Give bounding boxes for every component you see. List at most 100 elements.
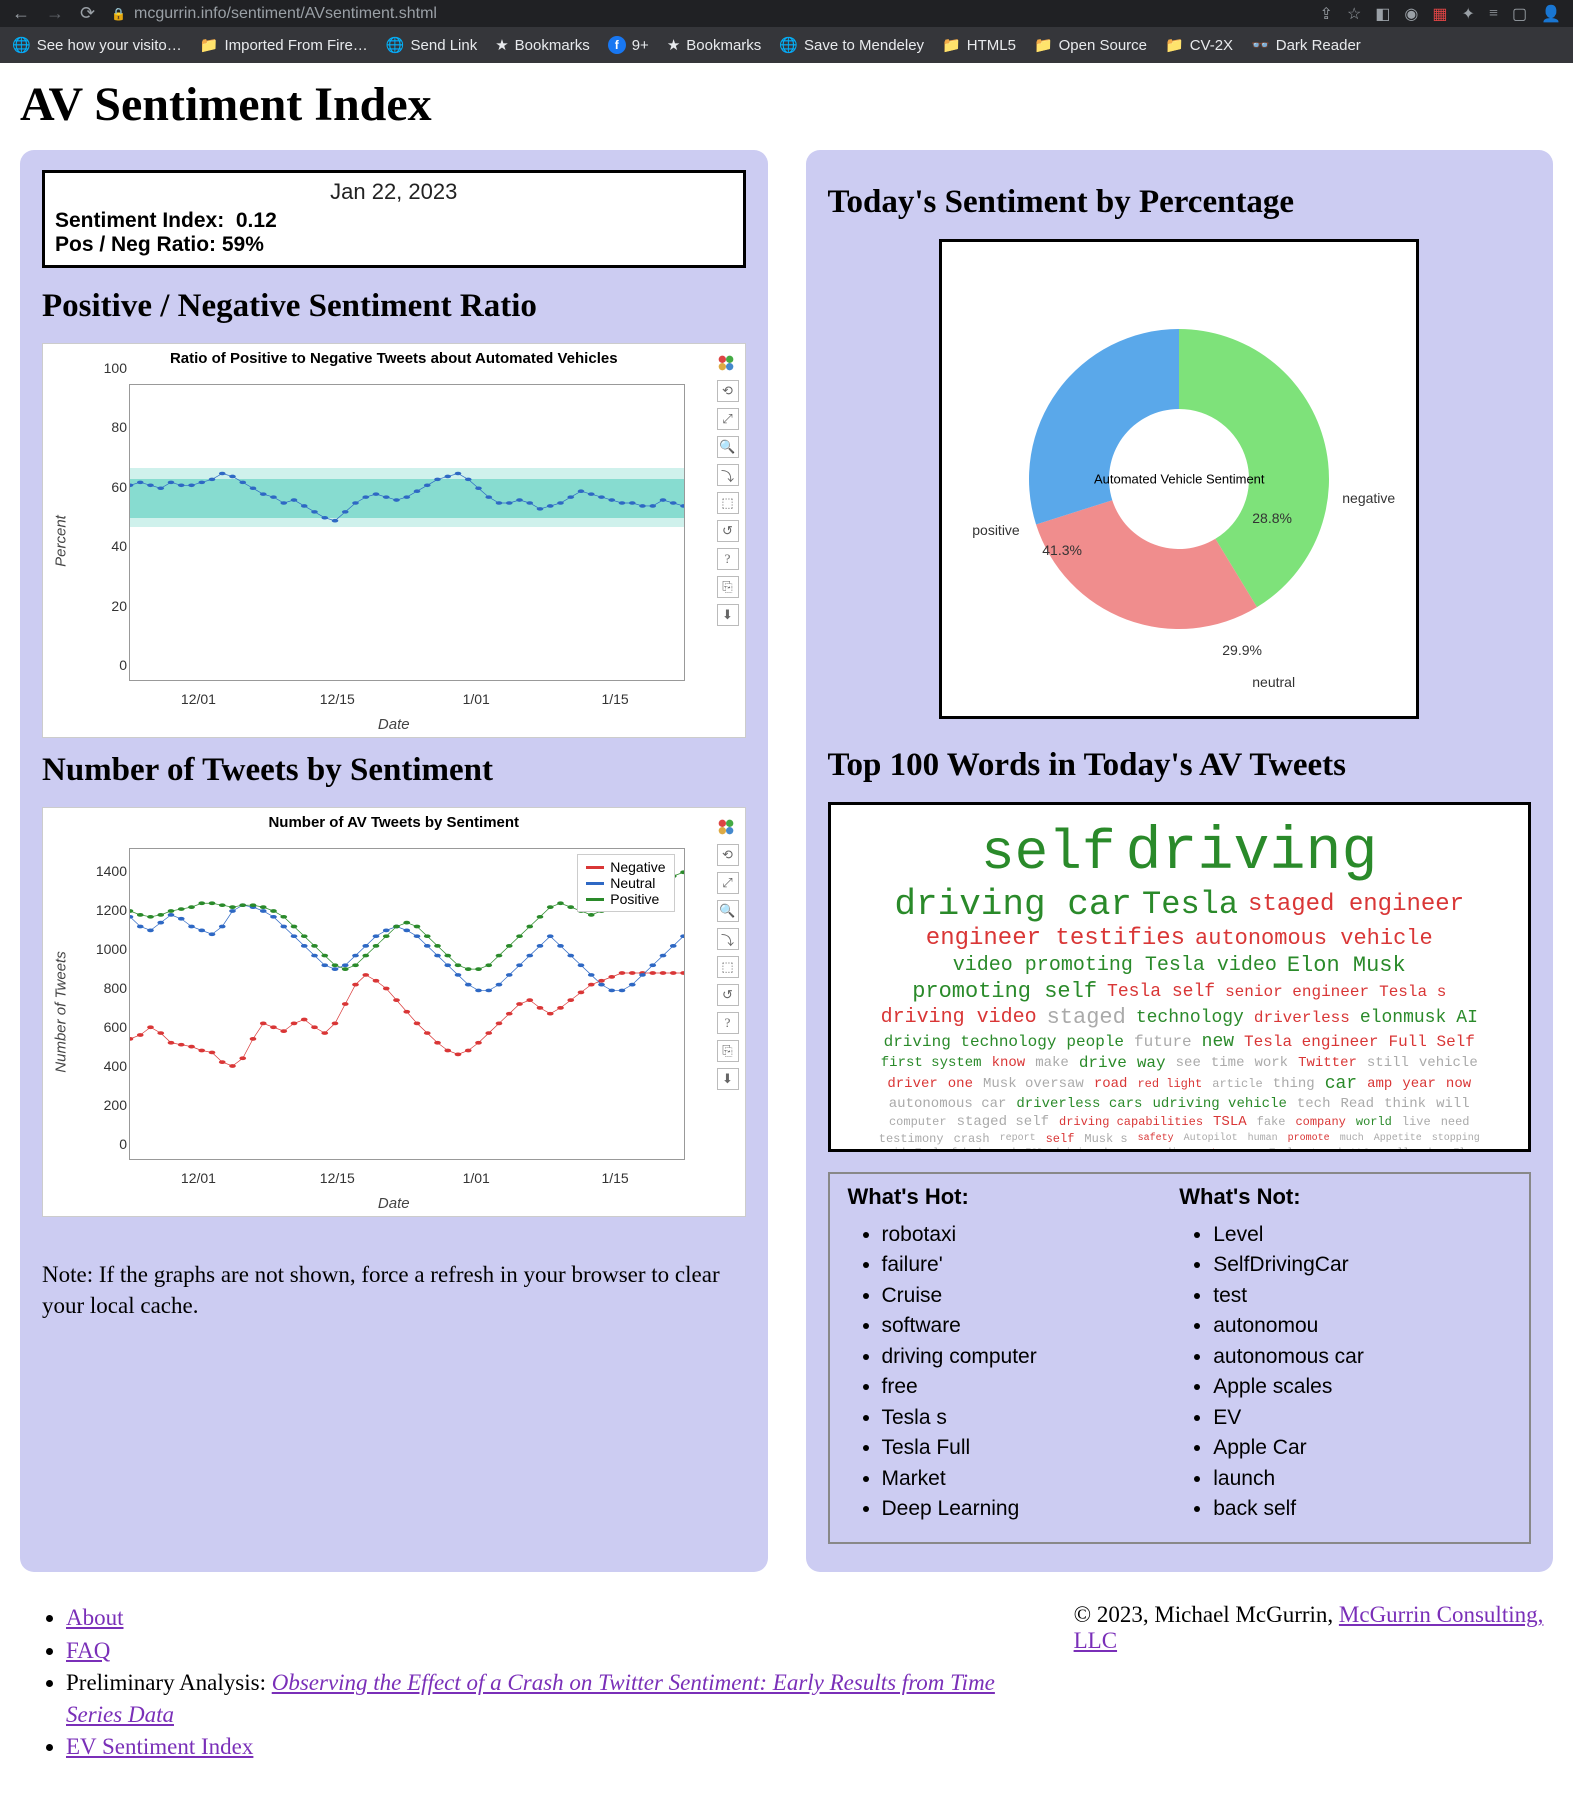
hot-item: failure' bbox=[882, 1250, 1180, 1280]
bookmark-item[interactable]: 🌐Send Link bbox=[386, 36, 477, 54]
chart-tool-button[interactable]: ? bbox=[717, 548, 739, 570]
wordcloud-word: Tesla engineer bbox=[1244, 1034, 1378, 1050]
chart-tool-button[interactable]: ⎘ bbox=[717, 1040, 739, 1062]
x-tick: 12/01 bbox=[181, 1170, 216, 1186]
sentiment-index-line: Sentiment Index: 0.12 bbox=[55, 209, 733, 233]
wordcloud-word: driving car bbox=[894, 887, 1132, 923]
facebook-icon: f bbox=[608, 36, 626, 54]
page-title: AV Sentiment Index bbox=[20, 77, 1553, 132]
profile-avatar[interactable]: 👤 bbox=[1541, 4, 1561, 24]
chart-tool-button[interactable]: ⬇ bbox=[717, 604, 739, 626]
not-item: back self bbox=[1213, 1494, 1511, 1524]
not-item: Apple Car bbox=[1213, 1433, 1511, 1463]
hot-item: Tesla Full bbox=[882, 1433, 1180, 1463]
footer-link[interactable]: EV Sentiment Index bbox=[66, 1734, 253, 1759]
wordcloud-word: Tesla bbox=[1142, 889, 1238, 921]
chart-tool-button[interactable]: ⬚ bbox=[717, 492, 739, 514]
ext-icon-1[interactable]: ◧ bbox=[1375, 4, 1390, 24]
chart-tool-button[interactable]: 🔍 bbox=[717, 900, 739, 922]
not-item: EV bbox=[1213, 1403, 1511, 1433]
chart-tool-button[interactable]: ↺ bbox=[717, 984, 739, 1006]
wordcloud-word: year bbox=[1402, 1077, 1436, 1091]
chart-tool-button[interactable]: 🔍 bbox=[717, 436, 739, 458]
bookmark-item[interactable]: ★Bookmarks bbox=[667, 36, 761, 54]
bookmark-item[interactable]: 📁Imported From Fire… bbox=[200, 36, 368, 54]
bookmark-item[interactable]: 🌐Save to Mendeley bbox=[779, 36, 924, 54]
star-icon[interactable]: ☆ bbox=[1347, 4, 1361, 24]
x-tick: 1/15 bbox=[601, 1170, 628, 1186]
wordcloud-word: Tesla faked bbox=[915, 1149, 981, 1152]
back-button[interactable]: ← bbox=[12, 3, 30, 24]
status-box: Jan 22, 2023 Sentiment Index: 0.12 Pos /… bbox=[42, 170, 746, 268]
wordcloud-word: driving technology bbox=[884, 1034, 1057, 1050]
wordcloud-word: self bbox=[1046, 1133, 1075, 1145]
wordcloud-word: really bbox=[1379, 1149, 1415, 1152]
x-tick: 1/01 bbox=[463, 691, 490, 707]
footer-link[interactable]: FAQ bbox=[66, 1638, 110, 1663]
chart-tool-button[interactable]: ⬇ bbox=[717, 1068, 739, 1090]
wordcloud-word: engineer testifies bbox=[926, 927, 1185, 951]
wordcloud-word: Tesla s bbox=[1379, 984, 1446, 1000]
bookmark-item[interactable]: 📁CV-2X bbox=[1165, 36, 1233, 54]
wordcloud-word: staged bbox=[1047, 1007, 1126, 1029]
footer-link[interactable]: About bbox=[66, 1605, 124, 1630]
lock-icon: 🔒 bbox=[111, 7, 126, 21]
donut-label: negative bbox=[1342, 490, 1395, 506]
wordcloud-word: time bbox=[1211, 1056, 1245, 1070]
y-tick: 0 bbox=[119, 657, 127, 673]
bookmark-item[interactable]: 📁Open Source bbox=[1034, 36, 1147, 54]
chart-tool-button[interactable]: ⤢ bbox=[717, 408, 739, 430]
wordcloud-word: work bbox=[1254, 1056, 1288, 1070]
ext-icon-2[interactable]: ◉ bbox=[1404, 4, 1418, 24]
browser-action-icons: ⇪ ☆ ◧ ◉ ▦ ✦ ≡ ▢ 👤 bbox=[1320, 4, 1561, 24]
chart-tool-button[interactable]: ⤵ bbox=[717, 464, 739, 486]
chart-tool-button[interactable]: ⤵ bbox=[717, 928, 739, 950]
footer-link-item: Preliminary Analysis: Observing the Effe… bbox=[66, 1667, 1014, 1731]
forward-button[interactable]: → bbox=[46, 3, 64, 24]
bookmark-item[interactable]: ★Bookmarks bbox=[495, 36, 589, 54]
bookmark-item[interactable]: f9+ bbox=[608, 36, 649, 54]
copyright: © 2023, Michael McGurrin, McGurrin Consu… bbox=[1074, 1602, 1547, 1763]
wordcloud-word: according bbox=[1135, 1149, 1189, 1152]
reload-button[interactable]: ⟳ bbox=[80, 3, 95, 24]
chart-tool-button[interactable]: ⟲ bbox=[717, 844, 739, 866]
chart-tool-button[interactable]: ? bbox=[717, 1012, 739, 1034]
bookmark-item[interactable]: 📁HTML5 bbox=[942, 36, 1016, 54]
chart-tool-button[interactable]: ⟲ bbox=[717, 380, 739, 402]
chart-tool-button[interactable]: ⤢ bbox=[717, 872, 739, 894]
wordcloud-word: self bbox=[981, 825, 1115, 881]
wordcloud-word: promote bbox=[1288, 1134, 1330, 1144]
wordcloud-word: new bbox=[1202, 1033, 1234, 1051]
address-bar[interactable]: 🔒 mcgurrin.info/sentiment/AVsentiment.sh… bbox=[111, 5, 1303, 23]
wordcloud-word: will bbox=[1436, 1097, 1470, 1111]
chart-tool-button[interactable]: ⬚ bbox=[717, 956, 739, 978]
ext-icon-3[interactable]: ▦ bbox=[1432, 4, 1447, 24]
share-icon[interactable]: ⇪ bbox=[1320, 4, 1333, 24]
reading-list-icon[interactable]: ≡ bbox=[1489, 5, 1498, 23]
wordcloud-word: Elon bbox=[1453, 1149, 1477, 1152]
y-axis-label: Number of Tweets bbox=[53, 951, 70, 1072]
chart-tool-button[interactable]: ↺ bbox=[717, 520, 739, 542]
extensions-icon[interactable]: ✦ bbox=[1462, 4, 1475, 24]
wordcloud-word: day bbox=[1425, 1149, 1443, 1152]
wordcloud-word: computer bbox=[889, 1116, 947, 1128]
y-tick: 800 bbox=[104, 980, 127, 996]
donut-chart[interactable]: Automated Vehicle Sentimentpositive41.3%… bbox=[939, 239, 1419, 719]
ratio-chart[interactable]: Ratio of Positive to Negative Tweets abo… bbox=[42, 343, 746, 738]
wordcloud-word: company bbox=[1295, 1116, 1345, 1128]
globe-icon: 🌐 bbox=[386, 36, 405, 54]
bokeh-logo-icon[interactable] bbox=[715, 816, 737, 838]
left-column: Jan 22, 2023 Sentiment Index: 0.12 Pos /… bbox=[20, 150, 768, 1572]
star-icon: ★ bbox=[495, 36, 508, 54]
window-icon[interactable]: ▢ bbox=[1512, 4, 1527, 24]
bookmark-item[interactable]: 👓Dark Reader bbox=[1251, 36, 1361, 54]
wordcloud-word: Twitter bbox=[1298, 1056, 1357, 1070]
right-column: Today's Sentiment by Percentage Automate… bbox=[806, 150, 1554, 1572]
bookmark-item[interactable]: 🌐See how your visito… bbox=[12, 36, 182, 54]
wordcloud-word: safety bbox=[1138, 1134, 1174, 1144]
tweets-chart[interactable]: Number of AV Tweets by Sentiment02004006… bbox=[42, 807, 746, 1217]
bokeh-logo-icon[interactable] bbox=[715, 352, 737, 374]
url-text: mcgurrin.info/sentiment/AVsentiment.shtm… bbox=[134, 5, 437, 23]
chart-tool-button[interactable]: ⎘ bbox=[717, 576, 739, 598]
wordcloud-word: driving bbox=[1125, 823, 1377, 883]
